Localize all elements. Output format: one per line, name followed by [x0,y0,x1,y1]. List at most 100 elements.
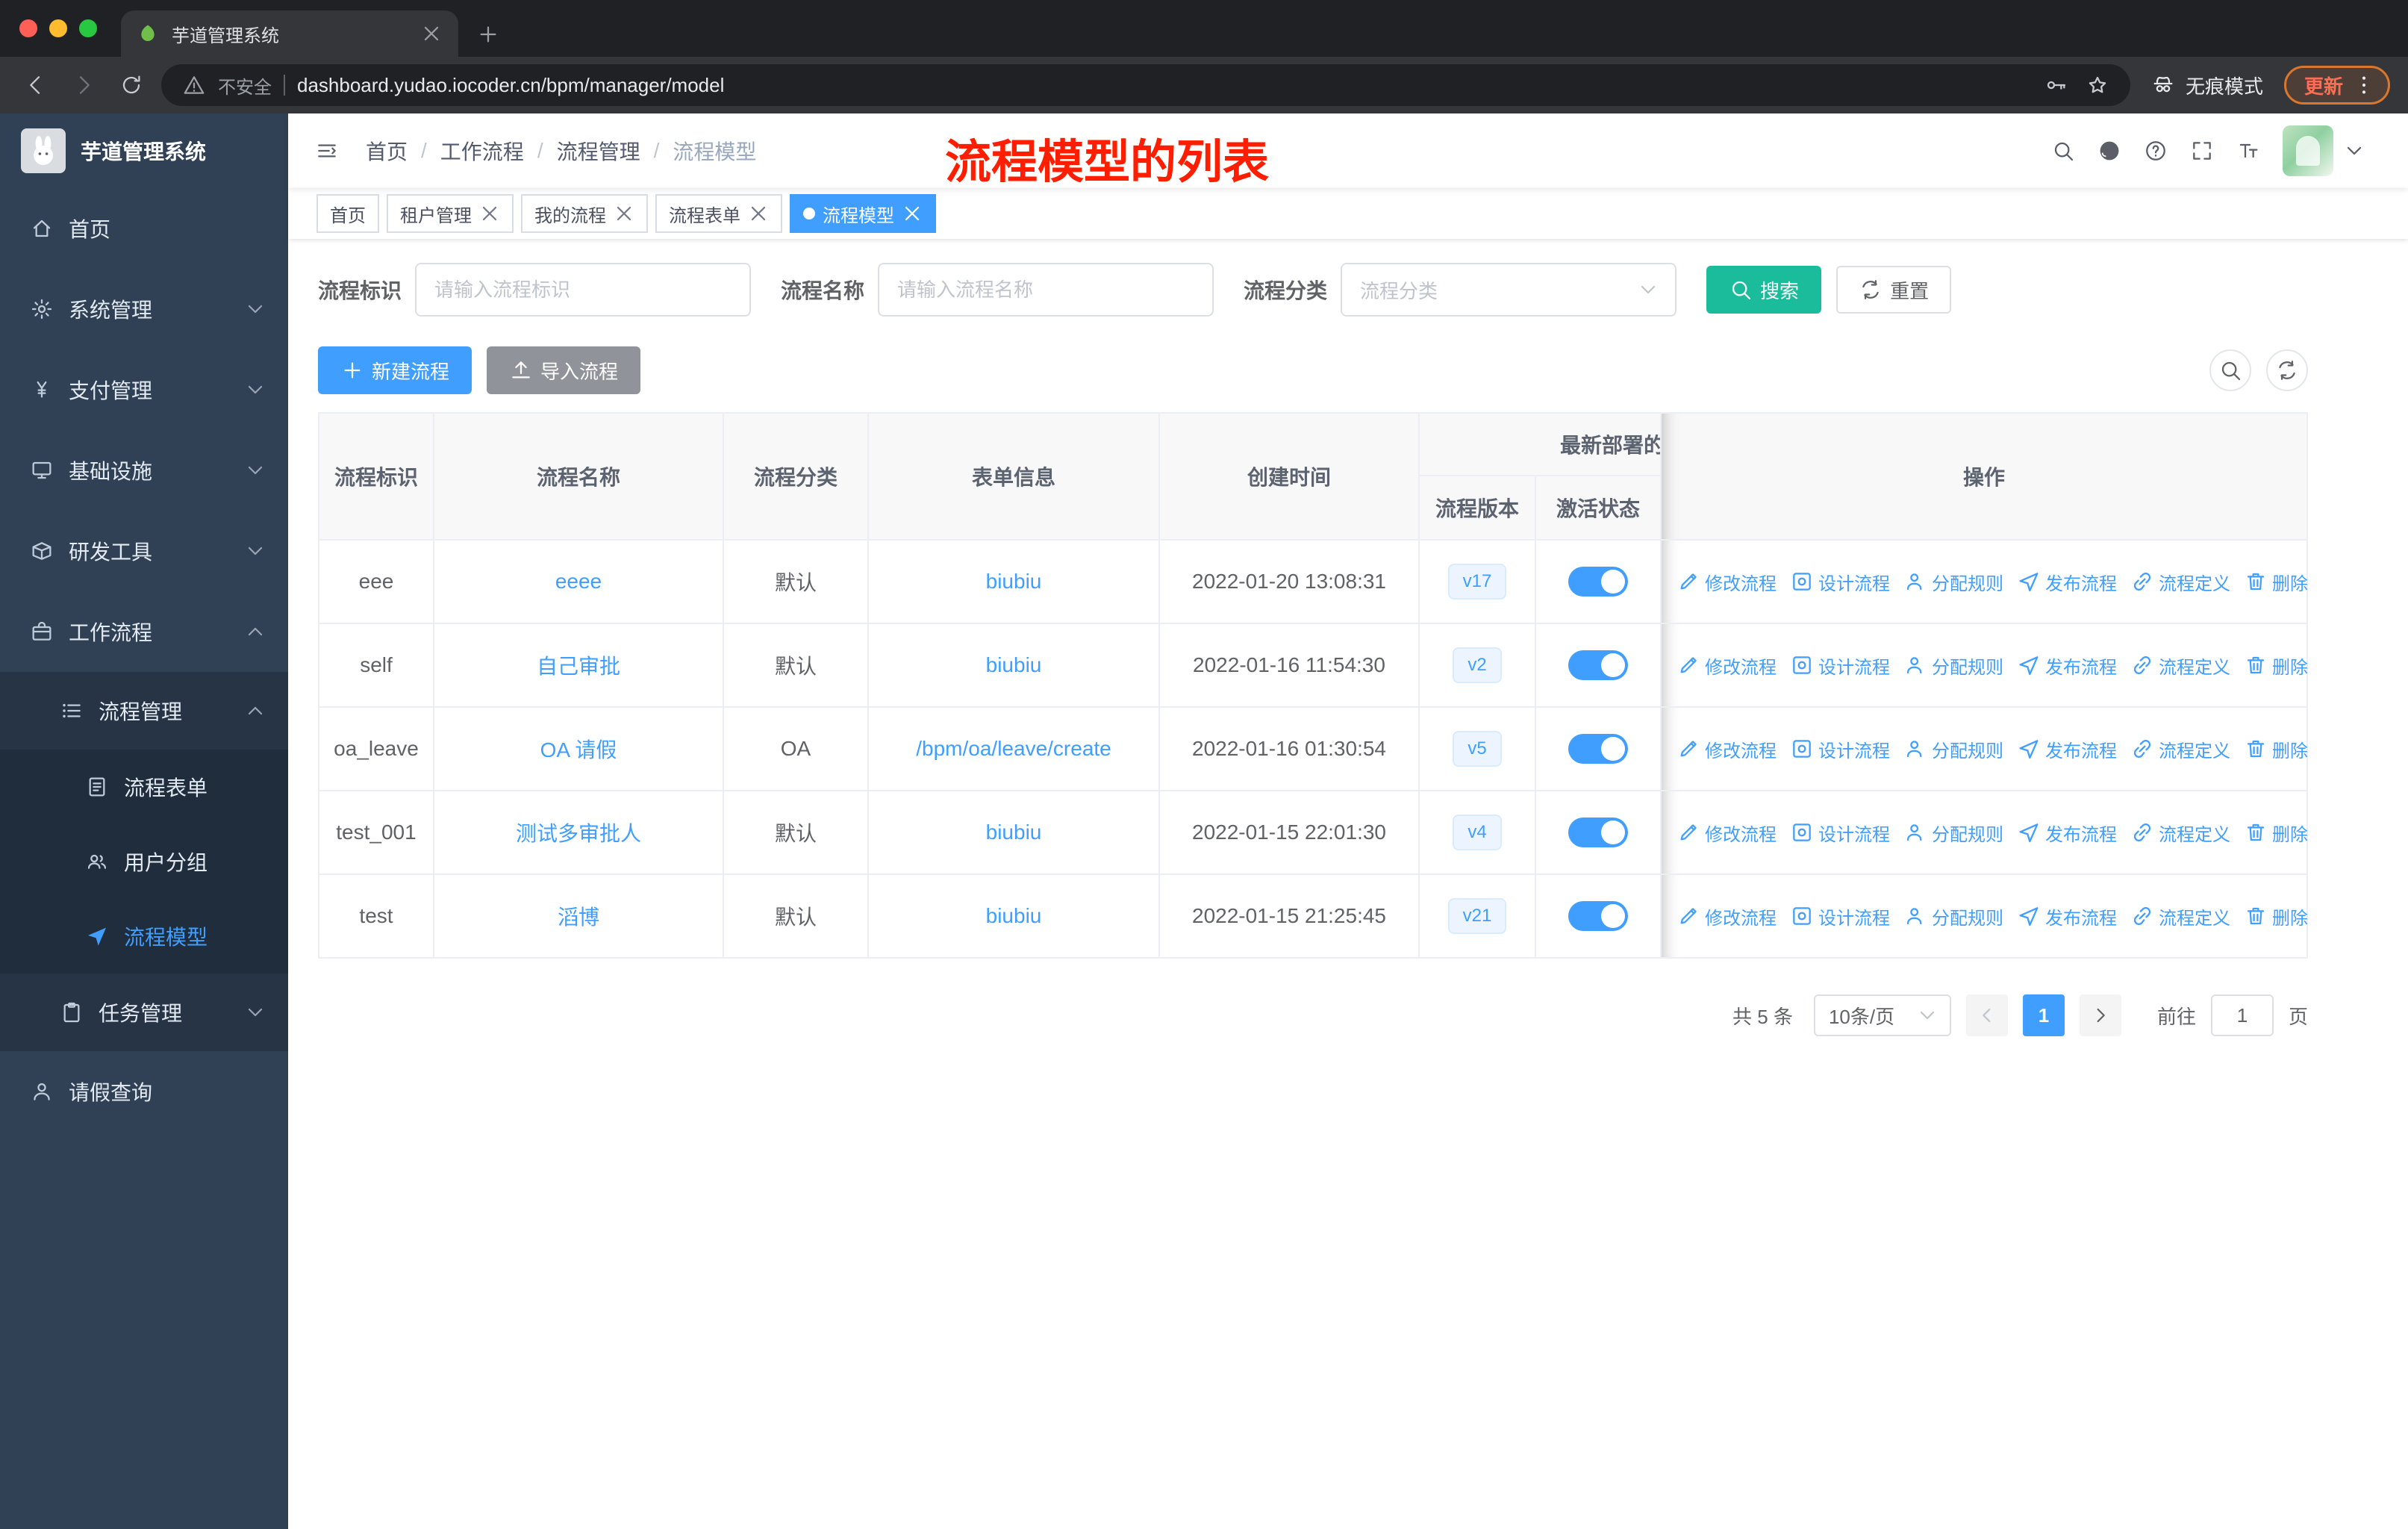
delete-process-link[interactable]: 删除 [2244,820,2308,846]
page-number-current[interactable]: 1 [2022,994,2065,1036]
forward-button[interactable] [66,67,102,103]
close-window-button[interactable] [19,19,37,37]
tag-tenant[interactable]: 租户管理 [387,194,514,233]
publish-process-link[interactable]: 发布流程 [2017,903,2117,929]
publish-process-link[interactable]: 发布流程 [2017,569,2117,595]
process-name-link[interactable]: eeee [555,570,602,594]
tag-my-process[interactable]: 我的流程 [521,194,648,233]
sidebar-item-user-group[interactable]: 用户分组 [0,824,288,899]
delete-process-link[interactable]: 删除 [2244,903,2308,929]
active-toggle[interactable] [1568,734,1628,764]
process-definition-link[interactable]: 流程定义 [2130,569,2230,595]
sidebar-item-process-form[interactable]: 流程表单 [0,750,288,824]
close-icon[interactable] [902,203,923,224]
close-icon[interactable] [479,203,500,224]
address-bar[interactable]: 不安全 dashboard.yudao.iocoder.cn/bpm/manag… [161,64,2130,106]
tag-process-model[interactable]: 流程模型 [790,194,936,233]
help-icon[interactable] [2144,139,2168,163]
process-name-input[interactable] [878,263,1214,317]
process-name-link[interactable]: 滔博 [558,901,599,931]
sidebar-item-process-management[interactable]: 流程管理 [0,672,288,750]
prev-page-button[interactable] [1965,994,2008,1036]
sidebar-item-process-model[interactable]: 流程模型 [0,899,288,974]
delete-process-link[interactable]: 删除 [2244,653,2308,679]
reload-button[interactable] [113,67,149,103]
breadcrumb-process-management[interactable]: 流程管理 [557,136,640,166]
browser-update-button[interactable]: 更新 [2283,66,2390,105]
design-process-link[interactable]: 设计流程 [1790,736,1890,762]
fullscreen-icon[interactable] [2190,139,2214,163]
back-button[interactable] [18,67,54,103]
password-key-icon[interactable] [2044,73,2068,97]
publish-process-link[interactable]: 发布流程 [2017,653,2117,679]
active-toggle[interactable] [1568,650,1628,680]
sidebar-item-workflow[interactable]: 工作流程 [0,591,288,672]
design-process-link[interactable]: 设计流程 [1790,653,1890,679]
design-process-link[interactable]: 设计流程 [1790,903,1890,929]
zoom-window-button[interactable] [79,19,97,37]
close-icon[interactable] [748,203,769,224]
active-toggle[interactable] [1568,901,1628,931]
sidebar-item-infrastructure[interactable]: 基础设施 [0,430,288,511]
new-tab-button[interactable] [476,22,500,46]
avatar[interactable] [2283,125,2333,176]
search-icon[interactable] [2051,139,2075,163]
process-name-link[interactable]: OA 请假 [540,734,617,764]
create-process-button[interactable]: 新建流程 [318,346,472,394]
sidebar-item-home[interactable]: 首页 [0,188,288,269]
sidebar-item-payment[interactable]: 支付管理 [0,349,288,430]
form-info-link[interactable]: biubiu [986,653,1042,677]
breadcrumb-workflow[interactable]: 工作流程 [440,136,524,166]
delete-process-link[interactable]: 删除 [2244,569,2308,595]
show-search-button[interactable] [2209,349,2251,391]
process-name-link[interactable]: 测试多审批人 [516,818,641,847]
tag-home[interactable]: 首页 [316,194,379,233]
form-info-link[interactable]: /bpm/oa/leave/create [916,737,1111,761]
sidebar-item-leave-query[interactable]: 请假查询 [0,1051,288,1132]
browser-menu-icon[interactable] [2352,73,2376,97]
active-toggle[interactable] [1568,818,1628,847]
import-process-button[interactable]: 导入流程 [487,346,641,394]
tab-close-button[interactable] [419,22,443,46]
edit-process-link[interactable]: 修改流程 [1676,569,1777,595]
process-definition-link[interactable]: 流程定义 [2130,736,2230,762]
process-definition-link[interactable]: 流程定义 [2130,820,2230,846]
sidebar-toggle-button[interactable] [309,133,345,169]
breadcrumb-home[interactable]: 首页 [366,136,408,166]
process-definition-link[interactable]: 流程定义 [2130,903,2230,929]
sidebar-item-devtools[interactable]: 研发工具 [0,511,288,591]
user-menu[interactable] [2283,125,2366,176]
sidebar-item-system[interactable]: 系统管理 [0,269,288,349]
refresh-table-button[interactable] [2266,349,2308,391]
next-page-button[interactable] [2079,994,2121,1036]
assign-rule-link[interactable]: 分配规则 [1903,653,2003,679]
font-size-icon[interactable] [2236,139,2260,163]
edit-process-link[interactable]: 修改流程 [1676,736,1777,762]
reset-button[interactable]: 重置 [1836,266,1952,314]
minimize-window-button[interactable] [49,19,67,37]
form-info-link[interactable]: biubiu [986,904,1042,928]
edit-process-link[interactable]: 修改流程 [1676,903,1777,929]
browser-tab[interactable]: 芋道管理系统 [121,10,458,57]
goto-page-input[interactable] [2210,994,2274,1036]
active-toggle[interactable] [1568,567,1628,597]
form-info-link[interactable]: biubiu [986,820,1042,844]
security-warning-icon[interactable] [182,73,206,97]
delete-process-link[interactable]: 删除 [2244,736,2308,762]
assign-rule-link[interactable]: 分配规则 [1903,903,2003,929]
process-category-select[interactable]: 流程分类 [1341,263,1677,317]
form-info-link[interactable]: biubiu [986,570,1042,594]
assign-rule-link[interactable]: 分配规则 [1903,736,2003,762]
publish-process-link[interactable]: 发布流程 [2017,820,2117,846]
process-id-input[interactable] [415,263,752,317]
design-process-link[interactable]: 设计流程 [1790,569,1890,595]
bookmark-star-icon[interactable] [2086,73,2109,97]
search-button[interactable]: 搜索 [1706,266,1822,314]
design-process-link[interactable]: 设计流程 [1790,820,1890,846]
assign-rule-link[interactable]: 分配规则 [1903,569,2003,595]
tag-process-form[interactable]: 流程表单 [655,194,782,233]
sidebar-item-task-management[interactable]: 任务管理 [0,974,288,1051]
publish-process-link[interactable]: 发布流程 [2017,736,2117,762]
process-name-link[interactable]: 自己审批 [537,650,620,680]
edit-process-link[interactable]: 修改流程 [1676,820,1777,846]
